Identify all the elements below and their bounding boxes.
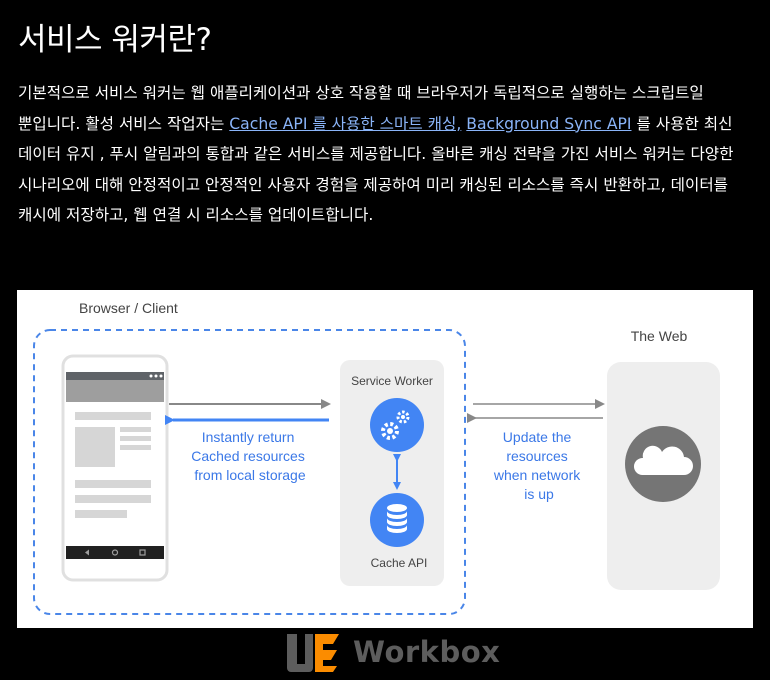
database-icon: [370, 493, 424, 547]
intro-paragraph: 기본적으로 서비스 워커는 웹 애플리케이션과 상호 작용할 때 브라우저가 독…: [18, 78, 750, 231]
cloud-icon: [625, 426, 701, 502]
cache-api-label: Cache API: [371, 556, 428, 570]
left-caption-line-1: Instantly return: [202, 429, 295, 445]
workbox-logo-text: Workbox: [353, 635, 501, 669]
page-title: 서비스 워커란?: [18, 22, 212, 58]
right-caption-line-2: resources: [506, 448, 567, 464]
service-worker-label: Service Worker: [351, 374, 433, 388]
browser-client-label: Browser / Client: [79, 300, 178, 316]
service-worker-diagram: Browser / Client Instantly return Cached…: [17, 290, 753, 628]
right-caption-line-3: when network: [493, 467, 581, 483]
right-caption: Update the resources when network is up: [493, 429, 584, 502]
left-caption-line-3: from local storage: [194, 467, 305, 483]
gears-icon: [370, 398, 424, 452]
workbox-logo: Workbox: [285, 630, 500, 674]
right-caption-line-4: is up: [524, 486, 554, 502]
right-caption-line-1: Update the: [503, 429, 572, 445]
workbox-mark-icon: [287, 634, 339, 672]
the-web-label: The Web: [631, 328, 688, 344]
cache-api-link[interactable]: Cache API 를 사용한 스마트 캐싱,: [229, 115, 461, 133]
background-sync-link[interactable]: Background Sync API: [466, 115, 631, 133]
left-caption-line-2: Cached resources: [191, 448, 305, 464]
service-worker-panel: [340, 360, 444, 586]
phone-mockup: [61, 354, 169, 582]
left-caption: Instantly return Cached resources from l…: [191, 429, 309, 483]
